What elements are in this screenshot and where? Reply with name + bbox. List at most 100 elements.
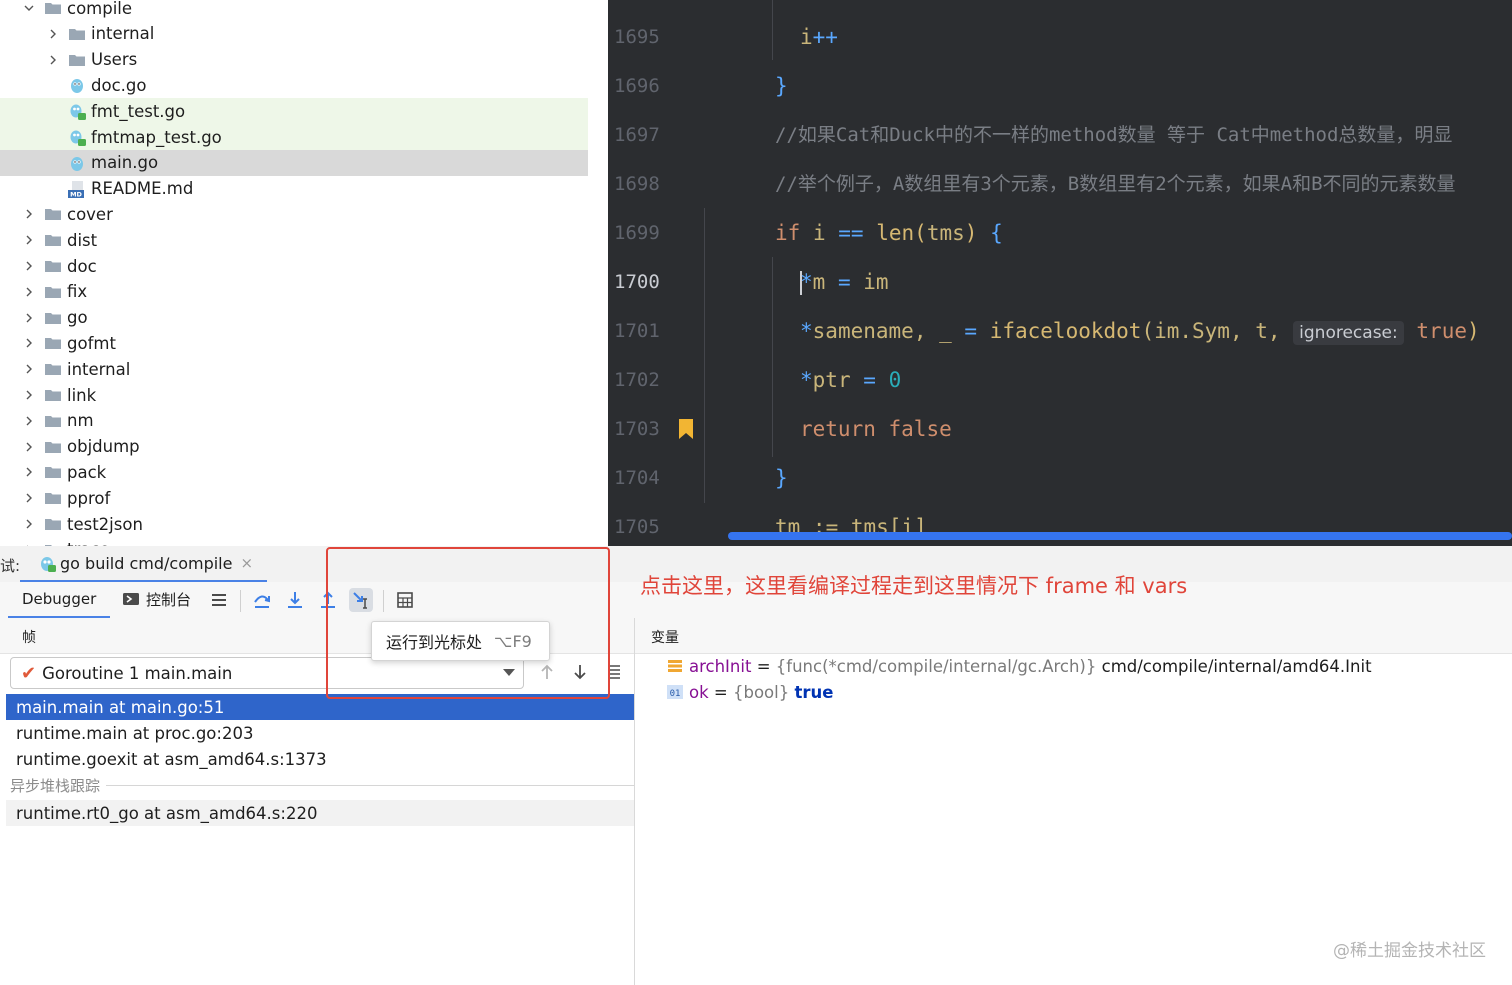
line-number: 1702: [614, 369, 660, 391]
frames-title: 帧: [22, 630, 36, 646]
line-number: 1697: [614, 124, 660, 146]
annotation-highlight-box: [326, 547, 610, 699]
line-number: 1701: [614, 320, 660, 342]
tree-item[interactable]: pprof: [0, 485, 588, 511]
stack-frame[interactable]: runtime.main at proc.go:203: [6, 720, 634, 746]
frame-label: main.main at main.go:51: [16, 697, 225, 717]
tree-item[interactable]: fix: [0, 279, 588, 305]
code-line[interactable]: 1702 *ptr = 0: [608, 356, 1512, 405]
tree-item[interactable]: fmt_test.go: [0, 98, 588, 125]
stack-frame[interactable]: runtime.rt0_go at asm_amd64.s:220: [6, 800, 634, 826]
tab-debugger[interactable]: Debugger: [8, 582, 111, 619]
folder-icon: [44, 489, 62, 507]
console-icon: [123, 593, 139, 605]
tree-item[interactable]: internal: [0, 356, 588, 382]
tree-item[interactable]: fmtmap_test.go: [0, 124, 588, 150]
chevron-right-icon[interactable]: [22, 285, 36, 299]
variable-row[interactable]: archInit = {func(*cmd/compile/internal/g…: [667, 653, 1372, 679]
tab-run-config[interactable]: go build cmd/compile ×: [20, 546, 268, 583]
chevron-right-icon[interactable]: [46, 27, 60, 41]
parameter-hint: ignorecase:: [1293, 321, 1404, 345]
code-editor[interactable]: 1695 i++ 1696 } 1697 //如果Cat和Duck中的不一样的m…: [608, 0, 1512, 546]
code-line[interactable]: 1698 //举个例子，A数组里有3个元素，B数组里有2个元素，如果A和B不同的…: [608, 160, 1512, 209]
tab-label: 控制台: [146, 590, 192, 609]
tab-label: Debugger: [22, 590, 97, 608]
bookmark-icon[interactable]: [678, 419, 694, 439]
chevron-right-icon[interactable]: [22, 414, 36, 428]
code-line[interactable]: 1699 if i == len(tms) {: [608, 209, 1512, 258]
step-over-icon[interactable]: [250, 588, 274, 612]
line-number: 1703: [614, 418, 660, 440]
tree-item[interactable]: compile: [0, 0, 588, 21]
chevron-right-icon[interactable]: [22, 388, 36, 402]
tree-item[interactable]: gofmt: [0, 330, 588, 356]
chevron-right-icon[interactable]: [22, 362, 36, 376]
check-icon: ✔: [21, 662, 37, 684]
tab-console[interactable]: 控制台: [118, 582, 195, 616]
chevron-right-icon[interactable]: [22, 233, 36, 247]
code-line[interactable]: 1704 }: [608, 454, 1512, 503]
folder-icon: [44, 360, 62, 378]
code-line[interactable]: 1696 }: [608, 62, 1512, 111]
tree-item-label: README.md: [91, 179, 194, 199]
chevron-right-icon[interactable]: [22, 311, 36, 325]
code-text: *samename, _ = ifacelookdot(im.Sym, t, i…: [800, 319, 1480, 345]
folder-icon: [44, 231, 62, 249]
tree-item[interactable]: trace: [0, 537, 588, 546]
line-number: 1699: [614, 222, 660, 244]
svg-text:01: 01: [670, 689, 681, 699]
chevron-right-icon[interactable]: [22, 465, 36, 479]
variable-row[interactable]: 01 ok = {bool} true: [667, 679, 833, 705]
tree-item[interactable]: link: [0, 382, 588, 408]
tree-item[interactable]: objdump: [0, 434, 588, 460]
tree-item[interactable]: doc: [0, 253, 588, 279]
tree-item-label: fmt_test.go: [91, 101, 186, 121]
tree-item[interactable]: dist: [0, 227, 588, 253]
tree-item[interactable]: internal: [0, 21, 588, 47]
tree-item[interactable]: MD README.md: [0, 176, 588, 202]
close-tab-icon[interactable]: ×: [240, 554, 253, 572]
line-number: 1695: [614, 26, 660, 48]
tree-item[interactable]: nm: [0, 408, 588, 434]
code-line[interactable]: 1701 *samename, _ = ifacelookdot(im.Sym,…: [608, 307, 1512, 356]
tree-item-label: main.go: [91, 153, 159, 173]
tree-item-label: dist: [67, 230, 98, 250]
tree-item-label: doc: [67, 256, 97, 276]
code-line[interactable]: 1697 //如果Cat和Duck中的不一样的method数量 等于 Cat中m…: [608, 111, 1512, 160]
stack-frame[interactable]: runtime.goexit at asm_amd64.s:1373: [6, 746, 634, 772]
chevron-right-icon[interactable]: [22, 517, 36, 531]
tree-item[interactable]: Users: [0, 47, 588, 73]
code-line[interactable]: 1703 return false: [608, 405, 1512, 454]
chevron-right-icon[interactable]: [22, 440, 36, 454]
tree-item-label: pprof: [67, 488, 111, 508]
tree-item[interactable]: cover: [0, 201, 588, 227]
variable-eq: =: [756, 656, 771, 676]
svg-text:MD: MD: [70, 190, 82, 198]
layout-menu-icon[interactable]: [207, 588, 231, 612]
chevron-right-icon[interactable]: [46, 53, 60, 67]
folder-icon: [44, 386, 62, 404]
line-number: 1698: [614, 173, 660, 195]
go-file-icon: [68, 154, 86, 172]
code-text: }: [775, 466, 788, 490]
step-into-icon[interactable]: [283, 588, 307, 612]
chevron-right-icon[interactable]: [22, 336, 36, 350]
tree-item[interactable]: pack: [0, 459, 588, 485]
code-line-current[interactable]: 1700 *m = im: [608, 258, 1512, 307]
code-line[interactable]: 1695 i++: [608, 13, 1512, 62]
chevron-right-icon[interactable]: [22, 259, 36, 273]
project-tree: compile internal Users doc.go fmt_test.go fmt…: [0, 0, 608, 546]
line-number: 1705: [614, 516, 660, 538]
folder-icon: [68, 25, 86, 43]
tree-item[interactable]: main.go: [0, 149, 588, 176]
code-text: if i == len(tms) {: [775, 221, 1003, 245]
tree-item[interactable]: doc.go: [0, 72, 588, 98]
chevron-down-icon[interactable]: [22, 1, 36, 15]
tree-item-label: pack: [67, 462, 107, 482]
tree-item[interactable]: go: [0, 305, 588, 331]
tree-item[interactable]: test2json: [0, 511, 588, 537]
go-file-icon: [68, 76, 86, 94]
chevron-right-icon[interactable]: [22, 491, 36, 505]
horizontal-scrollbar[interactable]: [728, 532, 1512, 540]
chevron-right-icon[interactable]: [22, 207, 36, 221]
